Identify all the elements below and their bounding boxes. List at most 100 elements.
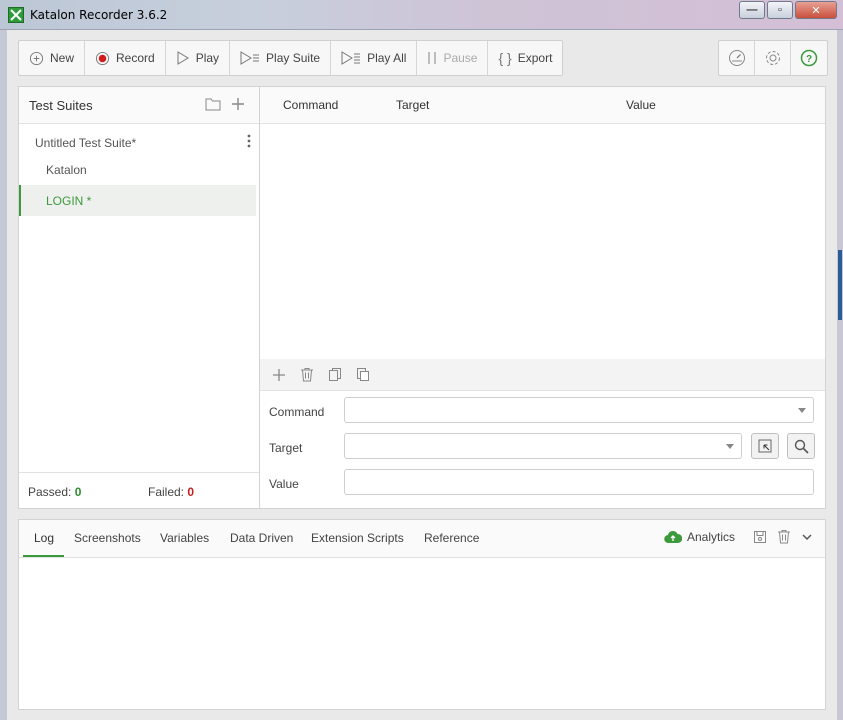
test-suite-item[interactable]: Untitled Test Suite* — [19, 124, 259, 154]
tab-reference[interactable]: Reference — [424, 531, 479, 545]
column-header-value: Value — [626, 98, 656, 112]
folder-icon[interactable] — [205, 97, 221, 111]
search-icon — [794, 439, 809, 454]
window-title: Katalon Recorder 3.6.2 — [30, 8, 168, 22]
tab-log[interactable]: Log — [34, 531, 54, 545]
window-frame-right — [837, 30, 843, 720]
passed-label: Passed: — [28, 485, 72, 499]
passed-status: Passed: 0 — [28, 485, 81, 499]
value-input[interactable] — [344, 469, 814, 495]
target-input[interactable] — [344, 433, 742, 459]
value-field-row: Value — [260, 463, 825, 499]
analytics-button[interactable]: Analytics — [664, 530, 735, 544]
copy-icon[interactable] — [328, 367, 342, 382]
record-button[interactable]: Record — [85, 41, 166, 75]
test-results-footer: Passed: 0 Failed: 0 — [19, 472, 259, 509]
test-case-label: Katalon — [46, 163, 87, 177]
test-suites-title: Test Suites — [29, 98, 93, 113]
title-bar: Katalon Recorder 3.6.2 — ▫ ✕ — [0, 0, 843, 30]
test-suites-panel: Test Suites Untitled Test Suite* Katalon… — [18, 86, 260, 509]
speed-button[interactable] — [719, 41, 755, 75]
failed-count: 0 — [187, 485, 195, 499]
katalon-app-icon — [8, 7, 24, 23]
save-log-icon[interactable] — [753, 530, 767, 544]
tab-screenshots[interactable]: Screenshots — [74, 531, 141, 545]
chevron-down-icon — [798, 408, 806, 413]
record-icon — [95, 51, 110, 65]
pause-button-label: Pause — [443, 51, 478, 65]
play-suite-icon — [240, 51, 260, 65]
log-content — [19, 558, 825, 709]
kebab-menu-icon[interactable] — [247, 134, 251, 148]
play-button-label: Play — [195, 51, 220, 65]
add-command-icon[interactable] — [272, 368, 286, 382]
play-button[interactable]: Play — [166, 41, 231, 75]
play-icon — [177, 51, 189, 65]
failed-status: Failed: 0 — [148, 485, 194, 499]
braces-icon: { } — [498, 50, 512, 66]
play-suite-button-label: Play Suite — [266, 51, 321, 65]
column-header-command: Command — [283, 98, 339, 112]
test-case-item[interactable]: Katalon — [19, 154, 259, 185]
passed-count: 0 — [74, 485, 82, 499]
target-field-row: Target — [260, 427, 825, 463]
select-target-button[interactable] — [751, 433, 779, 459]
gear-icon — [765, 51, 780, 65]
play-suite-button[interactable]: Play Suite — [230, 41, 332, 75]
log-panel: Log Screenshots Variables Data Driven Ex… — [18, 519, 826, 710]
minimize-button[interactable]: — — [739, 1, 765, 19]
active-tab-indicator — [23, 555, 64, 557]
speedometer-icon — [728, 50, 745, 66]
command-table-body[interactable] — [260, 124, 825, 359]
test-case-item-selected[interactable]: LOGIN * — [19, 185, 256, 216]
tab-extension-scripts[interactable]: Extension Scripts — [311, 531, 404, 545]
tab-data-driven[interactable]: Data Driven — [230, 531, 293, 545]
paste-icon[interactable] — [356, 367, 370, 382]
trash-icon[interactable] — [300, 367, 314, 382]
test-suites-header: Test Suites — [19, 87, 259, 124]
chevron-down-icon — [726, 444, 734, 449]
tab-variables[interactable]: Variables — [160, 531, 209, 545]
play-all-button-label: Play All — [367, 51, 407, 65]
command-field-row: Command — [260, 391, 825, 427]
select-element-icon — [758, 439, 772, 453]
window-scroll-accent — [838, 250, 842, 320]
column-header-target: Target — [396, 98, 430, 112]
play-all-button[interactable]: Play All — [331, 41, 418, 75]
main-toolbar: New Record Play Play Suite Play All Paus… — [18, 40, 564, 76]
help-button[interactable]: ? — [791, 41, 827, 75]
bottom-tabs: Log Screenshots Variables Data Driven Ex… — [19, 520, 825, 558]
command-input[interactable] — [344, 397, 814, 423]
record-button-label: Record — [116, 51, 155, 65]
failed-label: Failed: — [148, 485, 185, 499]
export-button[interactable]: { } Export — [488, 41, 562, 75]
cloud-upload-icon — [664, 530, 682, 543]
close-button[interactable]: ✕ — [795, 1, 837, 19]
test-suite-name: Untitled Test Suite* — [35, 136, 137, 150]
clear-log-icon[interactable] — [777, 529, 791, 544]
command-field-label: Command — [269, 405, 325, 419]
test-case-label: LOGIN * — [46, 194, 92, 208]
pause-button[interactable]: Pause — [417, 41, 489, 75]
plus-circle-icon — [29, 51, 44, 65]
settings-button[interactable] — [755, 41, 791, 75]
analytics-label: Analytics — [686, 529, 735, 544]
play-all-icon — [341, 51, 361, 65]
command-panel: Command Target Value Command Target Valu… — [260, 86, 826, 509]
target-field-label: Target — [269, 441, 303, 455]
svg-text:?: ? — [806, 54, 812, 65]
pause-icon — [428, 52, 437, 64]
help-icon: ? — [800, 49, 818, 67]
add-suite-icon[interactable] — [231, 97, 245, 111]
new-button[interactable]: New — [19, 41, 86, 75]
new-button-label: New — [50, 51, 75, 65]
chevron-down-icon[interactable] — [801, 531, 813, 543]
export-button-label: Export — [517, 51, 553, 65]
find-target-button[interactable] — [787, 433, 815, 459]
command-actions-bar — [260, 359, 825, 391]
maximize-button[interactable]: ▫ — [767, 1, 793, 19]
command-table-header: Command Target Value — [260, 87, 825, 124]
value-field-label: Value — [269, 477, 299, 491]
window-frame-left — [0, 30, 7, 720]
toolbar-right: ? — [718, 40, 828, 76]
